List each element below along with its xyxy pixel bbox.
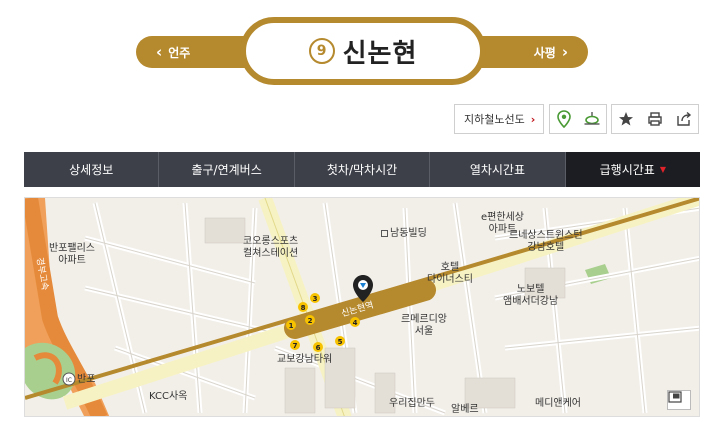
svg-text:6: 6 [316,344,321,352]
tab-timetable[interactable]: 열차시간표 [430,152,566,187]
map-label-banpo-ic: 반포 [77,374,96,385]
tab-exits-bus[interactable]: 출구/연계버스 [159,152,295,187]
map-label-meditcare: 메디앤케어 [535,398,581,409]
tab-label: 급행시간표 [599,163,655,177]
map-label-albere: 알베르 [451,404,479,415]
star-icon[interactable] [617,110,635,128]
map-label-kcc: KCC사옥 [149,391,188,402]
svg-text:3: 3 [313,295,318,303]
tab-label: 첫차/막차시간 [326,163,398,177]
tab-label: 출구/연계버스 [191,163,262,177]
caret-down-icon: ▼ [659,165,666,174]
prev-station-label: 언주 [168,45,191,60]
svg-text:7: 7 [293,342,298,350]
station-title: 9 신논현 [240,17,486,85]
chevron-right-icon: › [561,42,568,61]
map-label-novotel: 노보텔 앰배서더강남 [503,284,559,307]
svg-text:5: 5 [338,338,343,346]
chevron-right-icon: › [530,112,536,126]
line-number-badge: 9 [308,38,335,64]
map-expand-button[interactable] [667,390,691,410]
svg-text:IC: IC [66,377,72,384]
next-station-label: 사평 [533,45,556,60]
tab-express-timetable[interactable]: 급행시간표 ▼ [565,152,701,187]
prev-station-button[interactable]: ‹ 언주 [138,36,238,68]
bus-stop-icon[interactable] [583,110,601,128]
map-label-hotel-dynasty: 호텔 다이너스티 [427,262,473,285]
print-icon[interactable] [646,110,664,128]
subway-map-link-label: 지하철노선도 [464,113,525,126]
map-label-kolon: 코오롱스포츠 컬쳐스테이션 [243,236,299,259]
tab-detail-info[interactable]: 상세정보 [24,152,160,187]
map-label-kyobo: 교보강남타워 [277,354,333,365]
expand-map-icon [668,391,682,403]
station-map[interactable]: 1 8 2 3 4 5 6 7 IC 남동빌딩 e편한세상 아파트 르네상스트윈… [24,197,700,417]
station-info-page: ‹ 언주 사평 › 9 신논현 지하철노선도 › 상세정보 출구/연계버스 첫차… [0,0,720,441]
next-station-button[interactable]: 사평 › [494,36,586,68]
map-label-le-meridien: 르메르디앙 서울 [401,314,447,337]
map-tools-group [549,104,607,134]
svg-text:1: 1 [289,322,294,330]
share-icon[interactable] [675,110,693,128]
chevron-left-icon: ‹ [156,42,163,61]
location-pin-icon[interactable] [555,110,573,128]
page-tools-group [611,104,699,134]
svg-text:4: 4 [353,319,358,327]
tab-label: 열차시간표 [469,163,526,177]
map-label-renaissance: 르네상스트윈스턴 강남호텔 [509,230,583,253]
map-label-banpo-palace: 반포팰리스 아파트 [49,243,95,266]
subway-map-link[interactable]: 지하철노선도 › [454,104,544,134]
tab-first-last-train[interactable]: 첫차/막차시간 [295,152,431,187]
svg-text:2: 2 [308,317,313,325]
map-label-woori: 우리집만두 [389,398,435,409]
map-label-namdong: 남동빌딩 [381,228,427,240]
station-name: 신논현 [342,38,418,69]
tab-label: 상세정보 [69,163,114,177]
svg-text:8: 8 [301,304,306,312]
tab-bar: 상세정보 출구/연계버스 첫차/막차시간 열차시간표 급행시간표 ▼ [24,152,701,187]
